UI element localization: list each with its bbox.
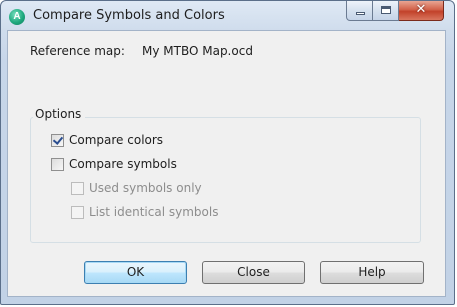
reference-map-label: Reference map: — [30, 44, 125, 58]
list-identical-symbols-option: List identical symbols — [71, 205, 218, 219]
close-window-button[interactable]: ✕ — [399, 1, 444, 21]
reference-map-value: My MTBO Map.ocd — [142, 44, 253, 58]
ok-button[interactable]: OK — [84, 261, 187, 284]
maximize-icon — [381, 6, 391, 14]
compare-colors-checkbox[interactable] — [51, 133, 64, 147]
compare-symbols-option[interactable]: Compare symbols — [51, 157, 177, 171]
options-group-title: Options — [33, 107, 86, 121]
minimize-icon — [356, 12, 365, 15]
compare-colors-option[interactable]: Compare colors — [51, 133, 163, 147]
caption-buttons: ✕ — [346, 1, 444, 22]
title-bar[interactable]: A Compare Symbols and Colors ✕ — [1, 1, 454, 32]
minimize-button[interactable] — [346, 1, 373, 21]
help-button[interactable]: Help — [320, 261, 424, 284]
close-button[interactable]: Close — [202, 261, 305, 284]
used-symbols-only-checkbox — [71, 181, 84, 195]
window-title: Compare Symbols and Colors — [33, 8, 225, 23]
maximize-button[interactable] — [373, 1, 399, 21]
compare-symbols-label: Compare symbols — [69, 157, 177, 171]
app-icon: A — [9, 9, 25, 25]
reference-map-row: Reference map: My MTBO Map.ocd — [30, 44, 253, 58]
used-symbols-only-option: Used symbols only — [71, 181, 202, 195]
used-symbols-only-label: Used symbols only — [89, 181, 202, 195]
compare-colors-label: Compare colors — [69, 133, 164, 147]
compare-symbols-checkbox[interactable] — [51, 157, 64, 171]
list-identical-symbols-label: List identical symbols — [89, 205, 219, 219]
list-identical-symbols-checkbox — [71, 205, 84, 219]
close-icon: ✕ — [415, 2, 427, 17]
